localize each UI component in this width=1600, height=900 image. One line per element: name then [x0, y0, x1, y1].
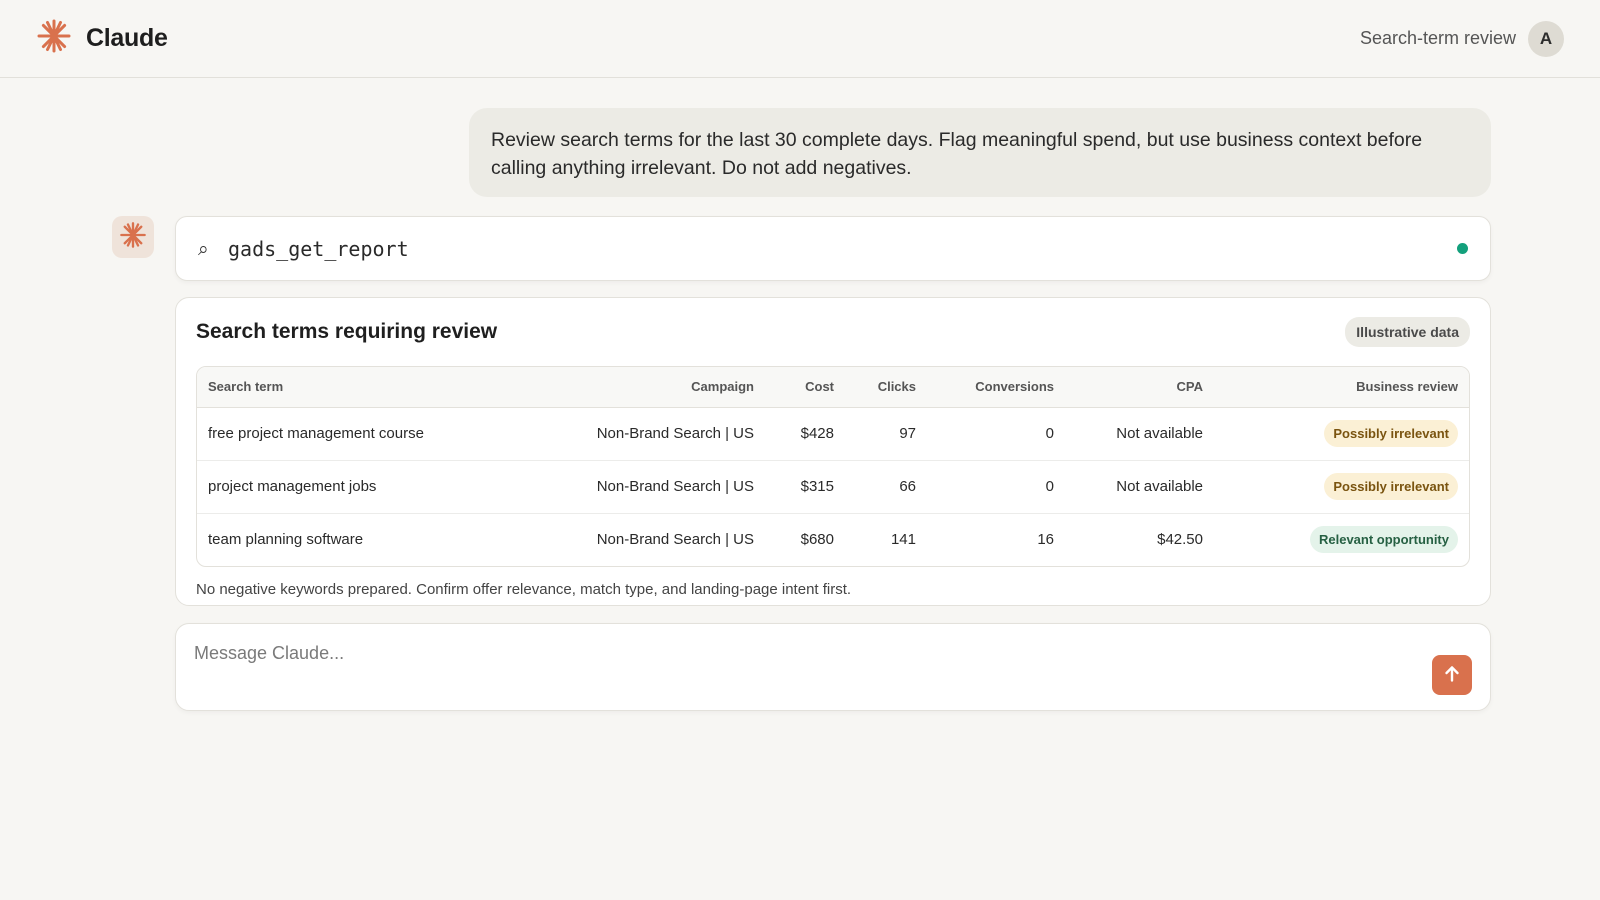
cell-cpa: Not available [1065, 460, 1214, 514]
user-message: Review search terms for the last 30 comp… [469, 108, 1491, 197]
column-header-campaign: Campaign [517, 367, 765, 408]
top-bar: Claude Search-term review A [0, 0, 1600, 78]
send-button[interactable] [1432, 655, 1472, 695]
cell-clicks: 141 [890, 531, 916, 549]
cell-cost: $428 [765, 407, 845, 461]
claude-spark-icon [36, 18, 72, 59]
result-header: Search terms requiring review Illustrati… [196, 298, 1470, 366]
result-note: No negative keywords prepared. Confirm o… [196, 581, 852, 598]
results-table: Search term Campaign Cost Clicks Convers… [196, 366, 1470, 567]
cell-cost: $315 [765, 460, 845, 514]
column-header-cpa: CPA [1065, 367, 1214, 408]
message-input[interactable] [194, 638, 1374, 668]
cell-campaign: Non-Brand Search | US [517, 407, 765, 461]
result-title: Search terms requiring review [196, 320, 498, 343]
brand[interactable]: Claude [36, 18, 168, 59]
table-row[interactable]: free project management course Non-Brand… [197, 407, 1469, 461]
column-header-clicks: Clicks [845, 367, 927, 408]
cell-conversions: 16 [1037, 531, 1054, 549]
review-badge: Possibly irrelevant [1324, 420, 1458, 447]
review-badge: Relevant opportunity [1309, 526, 1458, 554]
tool-name: gads_get_report [228, 236, 409, 261]
cell-search-term: project management jobs [197, 460, 517, 514]
brand-name: Claude [86, 24, 168, 52]
top-right: Search-term review A [1360, 20, 1564, 57]
cell-cost: $680 [800, 531, 834, 549]
column-header-business-review: Business review [1214, 367, 1469, 408]
column-header-conversions: Conversions [927, 367, 1065, 408]
review-badge: Possibly irrelevant [1324, 473, 1458, 500]
cell-clicks: 66 [845, 460, 927, 514]
table-row[interactable]: project management jobs Non-Brand Search… [197, 460, 1469, 514]
column-header-cost: Cost [765, 367, 845, 408]
claude-spark-icon [119, 221, 147, 254]
cell-business-review: Possibly irrelevant [1214, 460, 1469, 514]
cell-campaign: Non-Brand Search | US [596, 531, 754, 549]
cell-conversions: 0 [927, 460, 1065, 514]
status-dot-icon [1457, 243, 1468, 254]
illustrative-badge: Illustrative data [1345, 317, 1470, 347]
cell-conversions: 0 [927, 407, 1065, 461]
table-row[interactable]: team planning software Non-Brand Search … [197, 513, 1469, 566]
cell-campaign: Non-Brand Search | US [517, 460, 765, 514]
cell-cpa: $42.50 [1157, 531, 1203, 549]
cell-search-term: free project management course [197, 407, 517, 461]
column-header-search-term: Search term [197, 367, 517, 408]
result-card: Search terms requiring review Illustrati… [175, 297, 1491, 606]
conversation-title[interactable]: Search-term review [1360, 28, 1516, 49]
message-composer [175, 623, 1491, 711]
cell-clicks: 97 [845, 407, 927, 461]
cell-search-term: team planning software [208, 531, 364, 549]
assistant-avatar [112, 216, 154, 258]
user-avatar[interactable]: A [1528, 20, 1564, 57]
tool-call-card[interactable]: ⌕ gads_get_report [175, 216, 1491, 281]
cell-business-review: Possibly irrelevant [1214, 407, 1469, 461]
cell-cpa: Not available [1065, 407, 1214, 461]
arrow-up-icon [1442, 664, 1462, 687]
cell-business-review: Relevant opportunity [1214, 513, 1469, 566]
search-icon: ⌕ [198, 237, 209, 260]
table-header-row: Search term Campaign Cost Clicks Convers… [197, 367, 1469, 408]
